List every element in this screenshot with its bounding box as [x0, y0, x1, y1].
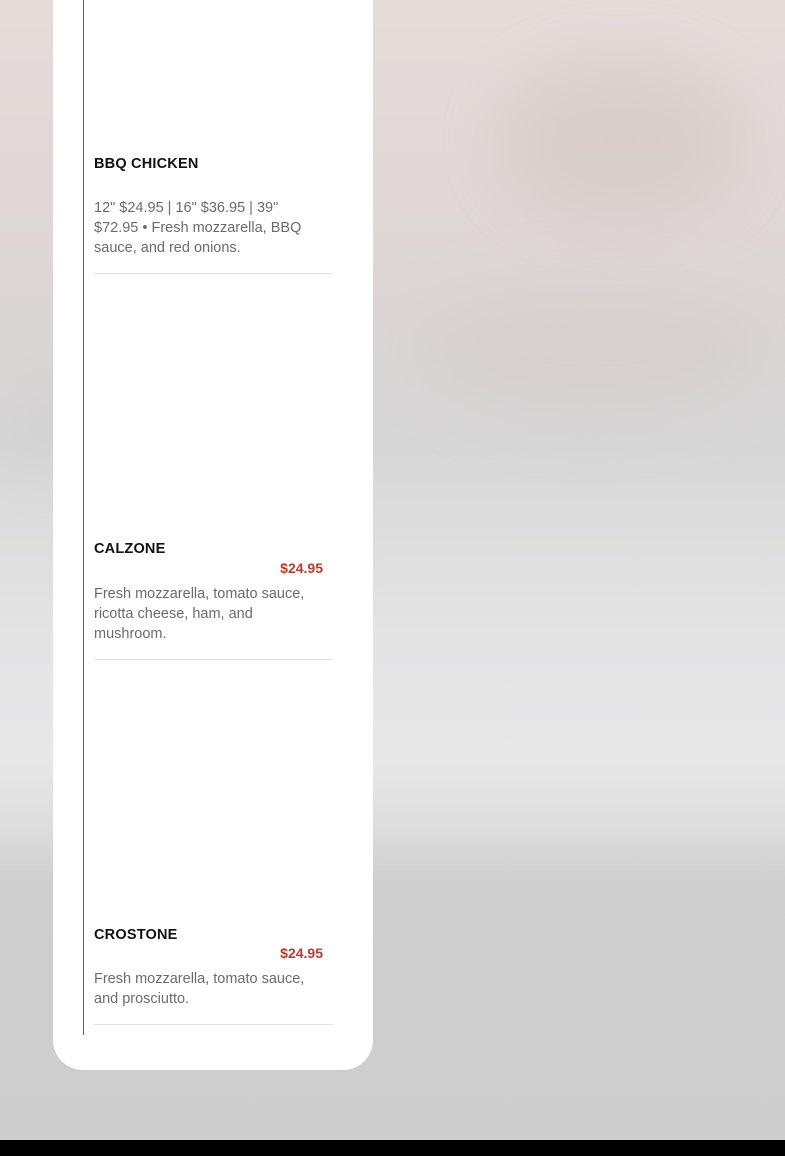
menu-item-bbq-chicken[interactable]: BBQ CHICKEN 12" $24.95 | 16" $36.95 | 39…: [94, 0, 333, 274]
bottom-bar: [0, 1140, 785, 1156]
item-name: BBQ CHICKEN: [94, 156, 199, 172]
item-price: $24.95: [280, 945, 323, 961]
item-name: CALZONE: [94, 541, 166, 557]
page-background: BBQ CHICKEN 12" $24.95 | 16" $36.95 | 39…: [0, 0, 785, 1156]
menu-card: BBQ CHICKEN 12" $24.95 | 16" $36.95 | 39…: [53, 0, 373, 1070]
background-blur: [420, 280, 760, 420]
menu-item-crostone[interactable]: CROSTONE $24.95 Fresh mozzarella, tomato…: [94, 660, 333, 1025]
item-name: CROSTONE: [94, 927, 178, 943]
item-description: Fresh mozzarella, tomato sauce, and pros…: [94, 971, 305, 1007]
accent-divider: [83, 0, 84, 1035]
menu-item-calzone[interactable]: CALZONE $24.95 Fresh mozzarella, tomato …: [94, 274, 333, 660]
item-description: 12" $24.95 | 16" $36.95 | 39" $72.95 • F…: [94, 200, 302, 256]
item-price: $24.95: [280, 560, 323, 576]
background-blur: [500, 60, 740, 220]
item-description: Fresh mozzarella, tomato sauce, ricotta …: [94, 586, 305, 642]
